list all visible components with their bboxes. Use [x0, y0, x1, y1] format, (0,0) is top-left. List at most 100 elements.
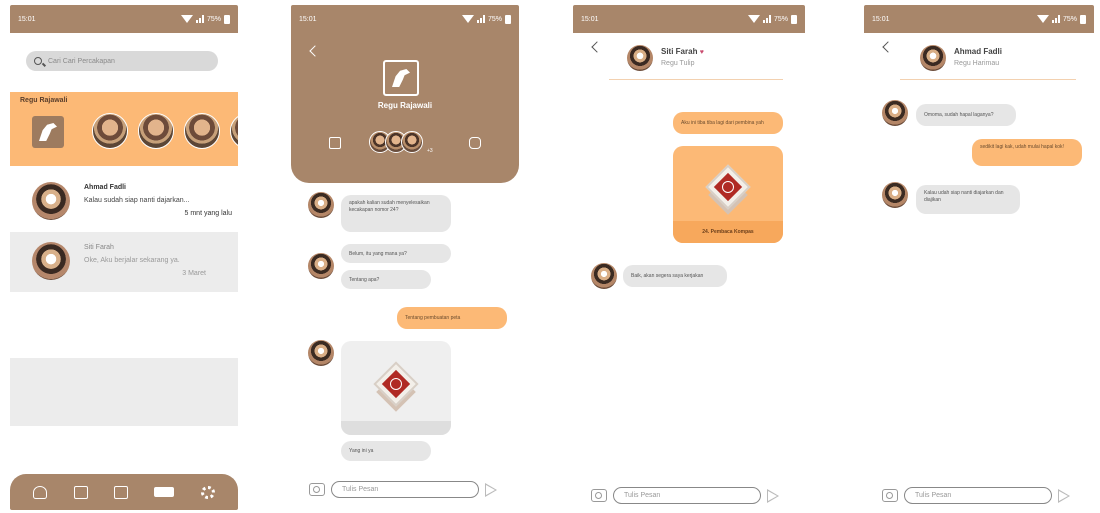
- camera-icon[interactable]: [882, 489, 898, 502]
- chat-name: Ahmad Fadli: [84, 184, 127, 191]
- status-icons: 75%: [1036, 14, 1086, 24]
- back-icon[interactable]: [309, 45, 321, 57]
- battery-icon: [224, 14, 230, 24]
- sender-avatar: [591, 263, 617, 289]
- search-input[interactable]: Cari Cari Percakapan: [26, 51, 218, 71]
- eagle-icon: [39, 123, 57, 141]
- member-avatar[interactable]: [138, 113, 174, 149]
- message-bubble-own: Tentang pembuatan peta: [397, 307, 507, 329]
- badge-image-message[interactable]: 24. Pembaca Kompas: [673, 146, 783, 243]
- status-bar: 15:01 75%: [864, 5, 1094, 33]
- message-bubble-own: sedikit lagi kak, udah mulai hapal kok!: [972, 139, 1082, 166]
- camera-icon[interactable]: [591, 489, 607, 502]
- message-bubble: Tentang apa?: [341, 270, 431, 289]
- badge-icon: [705, 163, 751, 215]
- contact-subtitle: Regu Harimau: [954, 60, 1000, 67]
- message-bubble-own: Aku ini tiba tiba lagi dari pembina yah: [673, 112, 783, 134]
- chat-list-item[interactable]: Siti Farah Oke, Aku berjalar sekarang ya…: [10, 232, 238, 292]
- status-icons: 75%: [747, 14, 797, 24]
- send-icon[interactable]: [767, 488, 779, 503]
- group-logo: [383, 60, 419, 96]
- gallery-icon[interactable]: [329, 137, 341, 149]
- compass-icon: [390, 378, 402, 390]
- camera-icon[interactable]: [309, 483, 325, 496]
- wifi-icon: [461, 15, 474, 23]
- member-avatar[interactable]: [184, 113, 220, 149]
- group-header: 15:01 75% Regu Rajawali +3: [291, 5, 519, 183]
- search-icon: [34, 57, 42, 65]
- status-icons: 75%: [461, 14, 511, 24]
- battery-percent: 75%: [773, 15, 788, 23]
- status-bar: 15:01 75%: [10, 5, 238, 33]
- badge-icon: [373, 361, 419, 412]
- contact-avatar: [920, 45, 946, 71]
- battery-percent: 75%: [1062, 15, 1077, 23]
- heart-icon: ♥: [699, 49, 704, 56]
- battery-icon: [1080, 14, 1086, 24]
- chat-time: 5 mnt yang lalu: [184, 210, 232, 217]
- status-time: 15:01: [581, 15, 599, 23]
- group-title: Regu Rajawali: [20, 97, 68, 104]
- status-bar: 15:01 75%: [573, 5, 805, 33]
- wifi-icon: [180, 15, 193, 23]
- chat-list-screen: 15:01 75% Cari Cari Percakapan Regu Raja…: [10, 5, 238, 510]
- message-input-row: Tulis Pesan: [309, 481, 497, 498]
- award-icon[interactable]: [33, 485, 48, 499]
- private-chat-screen: 15:01 75% Siti Farah ♥ Regu Tulip Aku in…: [573, 5, 805, 510]
- empty-list-row: [10, 358, 238, 426]
- wifi-icon: [747, 15, 760, 23]
- message-input[interactable]: Tulis Pesan: [613, 487, 761, 504]
- status-bar: 15:01 75%: [291, 5, 519, 33]
- message-bubble: Kalau udah siap nanti diajarkan dan diaj…: [916, 185, 1020, 214]
- message-input-row: Tulis Pesan: [882, 487, 1070, 504]
- send-icon[interactable]: [1058, 488, 1070, 503]
- header-divider: [609, 79, 783, 80]
- signal-icon: [195, 15, 204, 23]
- group-chat-screen: 15:01 75% Regu Rajawali +3 apakah kalian…: [291, 5, 519, 510]
- message-bubble: Omoma, sudah hapal laganya?: [916, 104, 1016, 126]
- message-input[interactable]: Tulis Pesan: [904, 487, 1052, 504]
- document-icon[interactable]: [469, 137, 481, 149]
- chat-preview: Oke, Aku berjalar sekarang ya.: [84, 257, 180, 264]
- chat-name: Siti Farah: [84, 244, 114, 251]
- back-icon[interactable]: [591, 41, 603, 53]
- sender-avatar: [308, 253, 334, 279]
- message-input-row: Tulis Pesan: [591, 487, 779, 504]
- message-bubble: Yang ini ya: [341, 441, 431, 461]
- contact-name: Ahmad Fadli: [954, 47, 1003, 56]
- group-title: Regu Rajawali: [377, 101, 433, 110]
- member-more-count: +3: [427, 148, 433, 154]
- signal-icon: [762, 15, 771, 23]
- message-bubble: Baik, akan segera saya kerjakan: [623, 265, 727, 287]
- signal-icon: [1051, 15, 1060, 23]
- back-icon[interactable]: [882, 41, 894, 53]
- image-icon[interactable]: [113, 485, 128, 499]
- contact-subtitle: Regu Tulip: [661, 60, 695, 67]
- message-bubble: Belum, itu yang mana ya?: [341, 244, 451, 263]
- document-icon[interactable]: [73, 485, 88, 499]
- contact-name-text: Siti Farah: [661, 47, 698, 56]
- avatar: [401, 131, 423, 153]
- header-divider: [900, 79, 1076, 80]
- member-avatars[interactable]: [369, 131, 423, 153]
- gear-icon[interactable]: [200, 485, 215, 499]
- badge-image-message[interactable]: [341, 341, 451, 435]
- badge-card-footer: [341, 421, 451, 435]
- send-icon[interactable]: [485, 482, 497, 497]
- member-avatar[interactable]: [230, 113, 238, 149]
- signal-icon: [476, 15, 485, 23]
- battery-icon: [505, 14, 511, 24]
- chat-list-item[interactable]: Ahmad Fadli Kalau sudah siap nanti dajar…: [10, 172, 238, 232]
- group-banner[interactable]: Regu Rajawali: [10, 92, 238, 166]
- message-input[interactable]: Tulis Pesan: [331, 481, 479, 498]
- battery-icon: [791, 14, 797, 24]
- member-avatar[interactable]: [92, 113, 128, 149]
- chat-icon[interactable]: [154, 487, 175, 497]
- sender-avatar: [882, 182, 908, 208]
- badge-label: 24. Pembaca Kompas: [673, 221, 783, 243]
- avatar: [32, 242, 70, 280]
- sender-avatar: [882, 100, 908, 126]
- status-time: 15:01: [299, 15, 317, 23]
- compass-icon: [722, 180, 734, 193]
- group-logo: [32, 116, 64, 148]
